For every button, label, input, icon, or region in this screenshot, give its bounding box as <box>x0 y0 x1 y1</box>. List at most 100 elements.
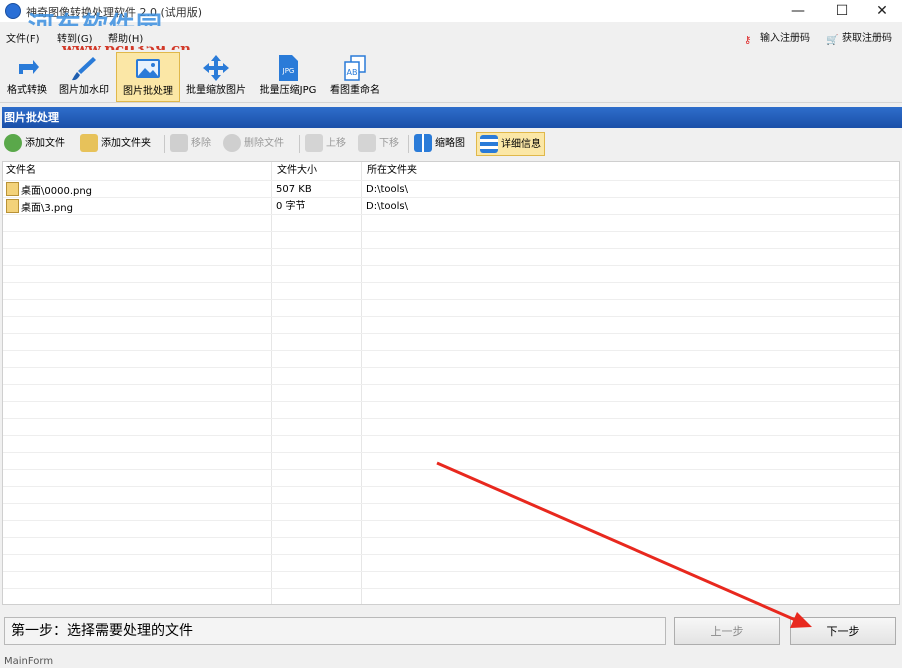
row-divider <box>3 503 899 504</box>
file-list[interactable]: 文件名 文件大小 所在文件夹 桌面\0000.png 507 KB D:\too… <box>2 161 900 605</box>
details-label: 详细信息 <box>501 139 541 150</box>
brush-icon <box>72 57 96 81</box>
tool-compress-jpg[interactable]: JPG 批量压缩JPG <box>254 52 322 100</box>
remove-button[interactable]: 移除 <box>170 132 211 156</box>
add-file-label: 添加文件 <box>25 138 65 149</box>
cart-icon: 🛒 <box>826 35 839 46</box>
enter-register-code-label: 输入注册码 <box>760 33 810 44</box>
row-divider <box>3 537 899 538</box>
separator <box>164 135 165 153</box>
row-divider <box>3 401 899 402</box>
row-divider <box>3 588 899 589</box>
remove-label: 移除 <box>191 138 211 149</box>
move-up-label: 上移 <box>326 138 346 149</box>
row-divider <box>3 452 899 453</box>
move-up-button[interactable]: 上移 <box>305 132 346 156</box>
row-divider <box>3 333 899 334</box>
file-size-cell: 507 KB <box>276 184 312 195</box>
add-file-icon <box>4 134 22 152</box>
file-name-cell: 桌面\3.png <box>6 199 73 215</box>
tool-watermark[interactable]: 图片加水印 <box>55 52 113 100</box>
menu-goto[interactable]: 转到(G) <box>57 30 93 45</box>
move-down-button[interactable]: 下移 <box>358 132 399 156</box>
tool-label: 批量压缩JPG <box>259 85 317 96</box>
list-icon <box>480 135 498 153</box>
separator <box>299 135 300 153</box>
thumbnail-view-button[interactable]: 缩略图 <box>414 132 465 156</box>
image-file-icon <box>6 199 19 213</box>
delete-file-label: 删除文件 <box>244 138 284 149</box>
rotate-icon <box>19 60 39 74</box>
row-divider <box>3 435 899 436</box>
file-folder-cell: D:\tools\ <box>366 201 408 212</box>
section-title: 图片批处理 <box>2 107 902 128</box>
row-divider <box>3 180 899 181</box>
add-folder-label: 添加文件夹 <box>101 138 151 149</box>
file-size-cell: 0 字节 <box>276 201 306 212</box>
image-file-icon <box>6 182 19 196</box>
image-icon <box>136 59 160 78</box>
jpg-badge: JPG <box>282 67 295 75</box>
get-register-code-link[interactable]: 🛒 获取注册码 <box>826 29 892 47</box>
row-divider <box>3 486 899 487</box>
row-divider <box>3 469 899 470</box>
remove-icon <box>170 134 188 152</box>
rename-icon: AB <box>344 55 366 81</box>
enter-register-code-link[interactable]: ⚷ 输入注册码 <box>744 29 810 47</box>
maximize-button[interactable]: ☐ <box>822 0 862 22</box>
column-header-size[interactable]: 文件大小 <box>274 162 317 180</box>
move-down-label: 下移 <box>379 138 399 149</box>
delete-file-button[interactable]: 删除文件 <box>223 132 284 156</box>
separator <box>408 135 409 153</box>
get-register-code-label: 获取注册码 <box>842 33 892 44</box>
menu-help[interactable]: 帮助(H) <box>108 30 143 45</box>
tool-label: 图片批处理 <box>123 86 173 97</box>
column-header-name[interactable]: 文件名 <box>3 162 36 180</box>
row-divider <box>3 316 899 317</box>
row-divider <box>3 248 899 249</box>
rename-badge: AB <box>347 68 358 77</box>
step-instruction: 第一步：选择需要处理的文件 <box>4 617 666 645</box>
file-name: 桌面\3.png <box>21 203 73 214</box>
tool-batch-resize[interactable]: 批量缩放图片 <box>181 52 251 100</box>
app-icon <box>5 3 21 19</box>
row-divider <box>3 231 899 232</box>
tool-rename[interactable]: AB 看图重命名 <box>325 52 385 100</box>
move-arrows-icon <box>203 55 229 81</box>
tool-label: 看图重命名 <box>330 85 380 96</box>
add-folder-icon <box>80 134 98 152</box>
form-name-label: MainForm <box>4 656 54 667</box>
tool-label: 图片加水印 <box>59 85 109 96</box>
add-file-button[interactable]: 添加文件 <box>4 132 65 156</box>
arrow-up-icon <box>305 134 323 152</box>
tool-label: 批量缩放图片 <box>186 85 246 96</box>
main-toolbar: 格式转换 图片加水印 图片批处理 批量缩放图片 JPG 批量压缩JPG AB 看… <box>0 50 902 103</box>
arrow-down-icon <box>358 134 376 152</box>
details-view-button[interactable]: 详细信息 <box>476 132 545 156</box>
tool-format-convert[interactable]: 格式转换 <box>3 52 51 100</box>
key-icon: ⚷ <box>744 35 752 46</box>
row-divider <box>3 554 899 555</box>
delete-icon <box>223 134 241 152</box>
row-divider <box>3 197 899 198</box>
tool-label: 格式转换 <box>7 85 47 96</box>
menu-bar: 文件(F) 转到(G) 帮助(H) ⚷ 输入注册码 🛒 获取注册码 <box>0 26 902 46</box>
file-name: 桌面\0000.png <box>21 186 93 197</box>
row-divider <box>3 367 899 368</box>
file-name-cell: 桌面\0000.png <box>6 182 92 198</box>
row-divider <box>3 520 899 521</box>
row-divider <box>3 418 899 419</box>
grid-icon <box>414 134 432 152</box>
jpg-file-icon: JPG <box>279 55 298 81</box>
menu-file[interactable]: 文件(F) <box>6 30 40 45</box>
previous-step-button[interactable]: 上一步 <box>674 617 780 645</box>
tool-batch-process[interactable]: 图片批处理 <box>116 52 180 102</box>
close-button[interactable]: ✕ <box>862 0 902 22</box>
column-header-folder[interactable]: 所在文件夹 <box>364 162 417 180</box>
minimize-button[interactable]: — <box>778 0 818 22</box>
row-divider <box>3 350 899 351</box>
add-folder-button[interactable]: 添加文件夹 <box>80 132 151 156</box>
row-divider <box>3 384 899 385</box>
next-step-button[interactable]: 下一步 <box>790 617 896 645</box>
row-divider <box>3 265 899 266</box>
